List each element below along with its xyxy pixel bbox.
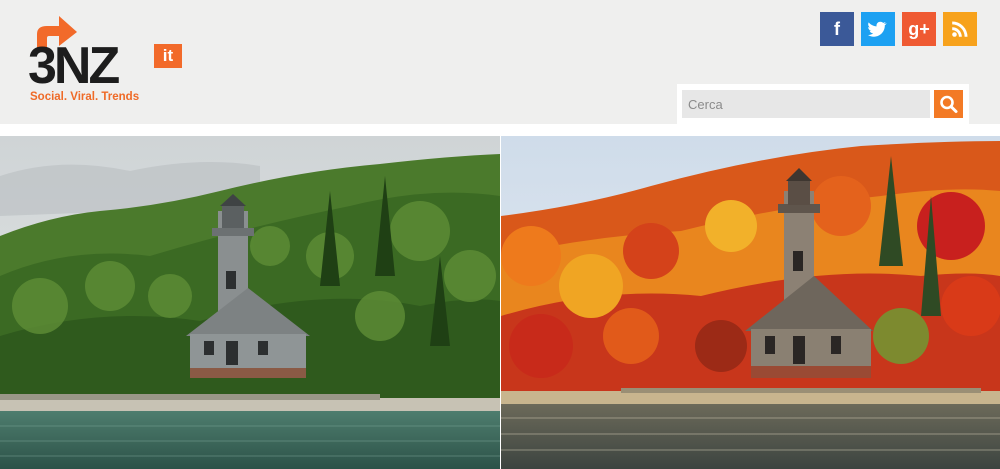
facebook-icon: f: [834, 19, 840, 39]
rss-icon: [952, 21, 968, 37]
google-plus-button[interactable]: g+: [902, 12, 936, 46]
facebook-button[interactable]: f: [820, 12, 854, 46]
twitter-icon: [868, 21, 887, 37]
logo-domain-badge: it: [154, 44, 182, 68]
lighthouse-autumn-image[interactable]: [501, 136, 1000, 469]
site-logo[interactable]: 3NZ it Social. Viral. Trends: [28, 14, 188, 106]
lighthouse-summer-image[interactable]: [0, 136, 500, 469]
header-divider: [0, 124, 1000, 136]
search-button[interactable]: [934, 90, 963, 118]
logo-tagline: Social. Viral. Trends: [30, 91, 140, 103]
google-plus-icon: g+: [908, 19, 930, 39]
social-links: f g+: [820, 12, 977, 46]
rss-button[interactable]: [943, 12, 977, 46]
search-input[interactable]: [682, 90, 930, 118]
search-icon: [940, 95, 958, 113]
twitter-button[interactable]: [861, 12, 895, 46]
logo-wordmark: 3NZ: [28, 37, 120, 95]
